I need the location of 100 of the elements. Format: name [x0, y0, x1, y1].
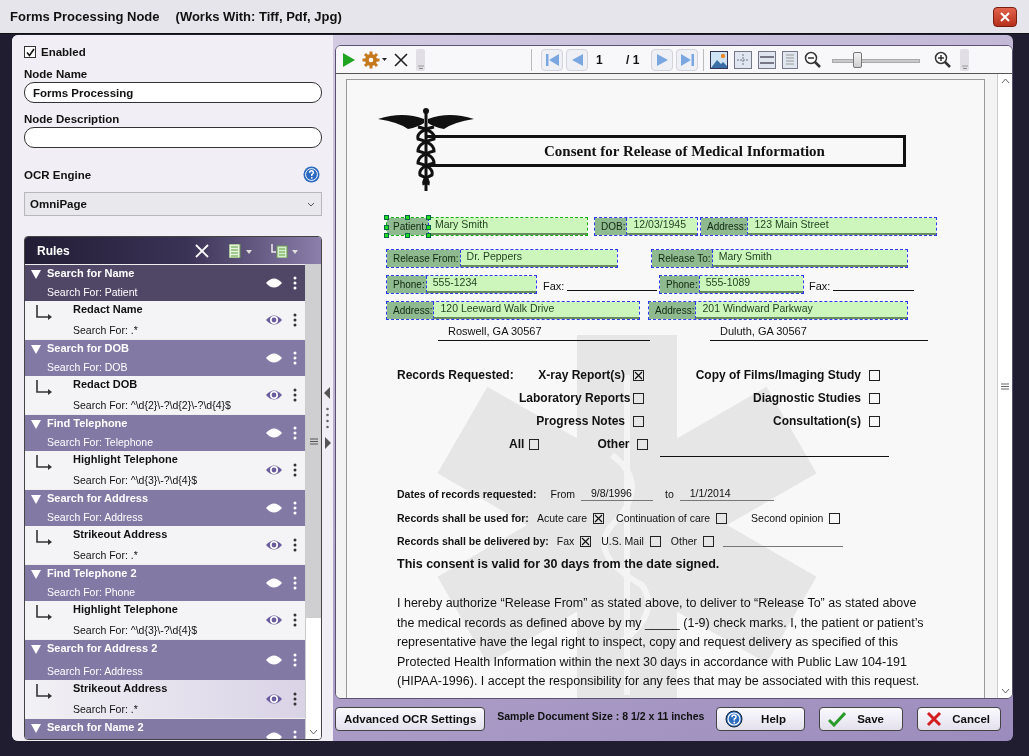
- eye-icon[interactable]: [265, 464, 283, 476]
- fit-width-button[interactable]: [758, 49, 777, 70]
- rule-row[interactable]: Redact DOB Search For: ^\d{2}\-?\d{2}\-?\d{4}$: [25, 376, 305, 414]
- fit-page-button[interactable]: [734, 49, 753, 70]
- rule-group-row[interactable]: Search for Address 2 Search For: Address: [25, 639, 305, 680]
- zoom-in-button[interactable]: [934, 49, 953, 70]
- close-icon[interactable]: [1000, 11, 1010, 22]
- rule-row[interactable]: Redact Name Search For: .*: [25, 301, 305, 339]
- form-field[interactable]: DOB: 12/03/1945: [594, 217, 698, 236]
- grip-icon[interactable]: [309, 437, 318, 445]
- rule-row[interactable]: Strikeout Address Search For: .*: [25, 680, 305, 718]
- checkbox[interactable]: [869, 369, 880, 381]
- toolbar-grip[interactable]: [960, 48, 970, 71]
- checkbox[interactable]: [593, 512, 605, 524]
- rule-group-row[interactable]: Find Telephone Search For: Telephone: [25, 414, 305, 451]
- splitter-handle[interactable]: [324, 387, 331, 449]
- more-icon[interactable]: [293, 463, 297, 477]
- input-field[interactable]: [24, 127, 322, 148]
- checkbox[interactable]: [24, 46, 36, 58]
- toolbar-grip[interactable]: [416, 48, 425, 71]
- more-icon[interactable]: [293, 613, 297, 627]
- zoom-out-icon: [804, 50, 823, 69]
- settings-button[interactable]: [362, 49, 388, 70]
- delete-icon[interactable]: [195, 243, 209, 258]
- rule-row[interactable]: Highlight Telephone Search For: ^\d{3}\-?\d{4}$: [25, 451, 305, 489]
- field-value: Mary Smith: [427, 218, 587, 235]
- checkbox[interactable]: [529, 438, 540, 450]
- checkbox[interactable]: [869, 415, 880, 427]
- dropdown[interactable]: OmniPage: [24, 192, 322, 216]
- help-icon[interactable]: [303, 166, 320, 183]
- close-button[interactable]: [993, 6, 1017, 27]
- rule-row[interactable]: Strikeout Address Search For: .*: [25, 526, 305, 564]
- advanced-ocr-settings-button[interactable]: Advanced OCR Settings: [335, 707, 486, 731]
- form-field[interactable]: Address: 201 Windward Parkway: [648, 301, 908, 320]
- eye-icon[interactable]: [265, 539, 283, 551]
- eye-icon[interactable]: [265, 577, 283, 589]
- overflow-icon[interactable]: [961, 64, 968, 69]
- scrollbar[interactable]: [305, 264, 321, 739]
- rule-group-row[interactable]: Search for Address Search For: Address: [25, 489, 305, 526]
- checkbox[interactable]: [637, 438, 648, 450]
- rule-group-row[interactable]: Search for Name 2: [25, 718, 305, 739]
- form-field[interactable]: Phone: 555-1089: [659, 275, 804, 294]
- checkbox[interactable]: [716, 512, 728, 524]
- zoom-out-button[interactable]: [804, 49, 823, 70]
- expand-icon[interactable]: [31, 345, 41, 354]
- eye-icon[interactable]: [265, 314, 283, 326]
- checkbox[interactable]: [829, 512, 841, 524]
- chevron-down-icon[interactable]: [307, 201, 315, 207]
- expand-icon[interactable]: [31, 270, 41, 279]
- checkbox[interactable]: [649, 535, 661, 547]
- eye-icon[interactable]: [265, 693, 283, 705]
- expand-icon[interactable]: [31, 420, 41, 429]
- expand-icon[interactable]: [31, 495, 41, 504]
- slider-thumb[interactable]: [852, 51, 862, 68]
- cancel-button[interactable]: Cancel: [917, 707, 1001, 731]
- expand-icon[interactable]: [31, 570, 41, 579]
- form-field[interactable]: Release To: Mary Smith: [651, 249, 908, 268]
- rule-group-row[interactable]: Find Telephone 2 Search For: Phone: [25, 564, 305, 601]
- more-icon[interactable]: [293, 692, 297, 706]
- grip-icon[interactable]: [1001, 382, 1009, 390]
- eye-icon[interactable]: [265, 502, 283, 514]
- eye-icon[interactable]: [265, 352, 283, 364]
- rule-group-row[interactable]: Search for DOB Search For: DOB: [25, 339, 305, 376]
- checkbox[interactable]: [633, 415, 644, 427]
- eye-icon[interactable]: [265, 654, 283, 666]
- scrollbar[interactable]: [997, 74, 1012, 698]
- form-field[interactable]: Release From: Dr. Peppers: [386, 249, 618, 268]
- more-icon[interactable]: [293, 538, 297, 552]
- checkbox-label: Enabled: [41, 46, 86, 58]
- eye-icon[interactable]: [265, 614, 283, 626]
- save-button[interactable]: Save: [819, 707, 903, 731]
- expand-icon[interactable]: [31, 645, 41, 654]
- more-icon[interactable]: [293, 276, 297, 290]
- form-field[interactable]: Address: 120 Leeward Walk Drive: [386, 301, 640, 320]
- add-child-rule-icon[interactable]: [271, 243, 299, 258]
- add-rule-icon[interactable]: [229, 243, 253, 258]
- checkbox[interactable]: [633, 392, 644, 404]
- form-field[interactable]: Phone: 555-1234: [386, 275, 537, 294]
- page-number[interactable]: 1: [596, 52, 626, 67]
- help-button[interactable]: Help: [716, 707, 805, 731]
- rule-row[interactable]: Highlight Telephone Search For: ^\d{3}\-?\d{4}$: [25, 601, 305, 639]
- form-field[interactable]: Address: 123 Main Street: [700, 217, 937, 236]
- checkbox[interactable]: [703, 535, 715, 547]
- checkbox[interactable]: [869, 392, 880, 404]
- checkbox[interactable]: [580, 535, 592, 547]
- more-icon[interactable]: [293, 388, 297, 402]
- image-button[interactable]: [710, 49, 729, 70]
- overflow-icon[interactable]: [417, 64, 424, 69]
- eye-icon[interactable]: [265, 389, 283, 401]
- rule-group-row[interactable]: Search for Name Search For: Patient: [25, 264, 305, 301]
- input-field[interactable]: Forms Processing: [24, 82, 322, 103]
- actual-size-button[interactable]: [782, 49, 799, 70]
- form-field[interactable]: Patient: Mary Smith: [386, 217, 588, 236]
- eye-icon[interactable]: [265, 427, 283, 439]
- chevron-down-icon[interactable]: [309, 729, 318, 735]
- eye-icon[interactable]: [265, 277, 283, 289]
- checkbox[interactable]: [633, 369, 644, 381]
- zoom-slider[interactable]: [832, 51, 921, 68]
- expand-icon[interactable]: [31, 724, 41, 733]
- more-icon[interactable]: [293, 313, 297, 327]
